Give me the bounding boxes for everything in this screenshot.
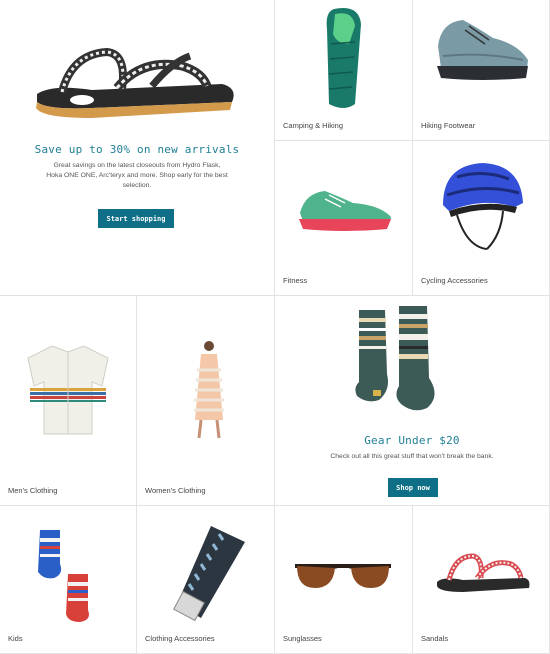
sunglasses-icon bbox=[295, 564, 391, 588]
belt-icon bbox=[173, 526, 245, 622]
category-label: Fitness bbox=[283, 276, 308, 285]
category-tile-cycling[interactable]: Cycling Accessories bbox=[413, 141, 550, 296]
start-shopping-button[interactable]: Start shopping bbox=[98, 209, 174, 228]
gear-description: Check out all this great stuff that won'… bbox=[330, 453, 494, 460]
hero-description-line: Great savings on the latest closeouts fr… bbox=[53, 162, 221, 169]
hero-promo: Save up to 30% on new arrivals Great sav… bbox=[0, 0, 275, 296]
category-tile-sunglasses[interactable]: Sunglasses bbox=[275, 506, 413, 654]
hero-description: Great savings on the latest closeouts fr… bbox=[0, 161, 274, 191]
gear-promo: Gear Under $20 Check out all this great … bbox=[275, 296, 550, 506]
category-label: Hiking Footwear bbox=[421, 121, 476, 130]
sleeping-bag-icon bbox=[326, 8, 361, 108]
category-tile-hiking-footwear[interactable]: Hiking Footwear bbox=[413, 0, 550, 141]
category-tile-clothing-accessories[interactable]: Clothing Accessories bbox=[137, 506, 275, 654]
shirt-icon bbox=[27, 345, 109, 435]
category-tile-kids[interactable]: Kids bbox=[0, 506, 137, 654]
socks-icon bbox=[355, 306, 435, 411]
dress-icon bbox=[194, 341, 224, 439]
category-tile-mens-clothing[interactable]: Men's Clothing bbox=[0, 296, 137, 506]
running-shoe-icon bbox=[299, 191, 391, 231]
hero-description-line: Hoka ONE ONE, Arc'teryx and more. Shop e… bbox=[46, 172, 228, 179]
category-tile-fitness[interactable]: Fitness bbox=[275, 141, 413, 296]
kids-socks-icon bbox=[38, 530, 89, 622]
category-label: Clothing Accessories bbox=[145, 634, 215, 643]
category-label: Sunglasses bbox=[283, 634, 322, 643]
category-tile-womens-clothing[interactable]: Women's Clothing bbox=[137, 296, 275, 506]
category-tile-sandals[interactable]: Sandals bbox=[413, 506, 550, 654]
category-label: Men's Clothing bbox=[8, 486, 58, 495]
hero-description-line: selection. bbox=[122, 182, 152, 189]
sandal-icon bbox=[36, 47, 234, 118]
category-label: Kids bbox=[8, 634, 23, 643]
hiking-shoe-icon bbox=[437, 20, 528, 80]
sandal-icon bbox=[437, 553, 530, 592]
gear-title: Gear Under $20 bbox=[364, 434, 460, 447]
category-label: Women's Clothing bbox=[145, 486, 206, 495]
category-label: Camping & Hiking bbox=[283, 121, 344, 130]
hero-title: Save up to 30% on new arrivals bbox=[34, 143, 240, 156]
shop-now-button[interactable]: Shop now bbox=[388, 478, 438, 497]
category-label: Sandals bbox=[421, 634, 449, 643]
category-label: Cycling Accessories bbox=[421, 276, 488, 285]
category-tile-camping[interactable]: Camping & Hiking bbox=[275, 0, 413, 141]
bike-helmet-icon bbox=[443, 163, 523, 250]
